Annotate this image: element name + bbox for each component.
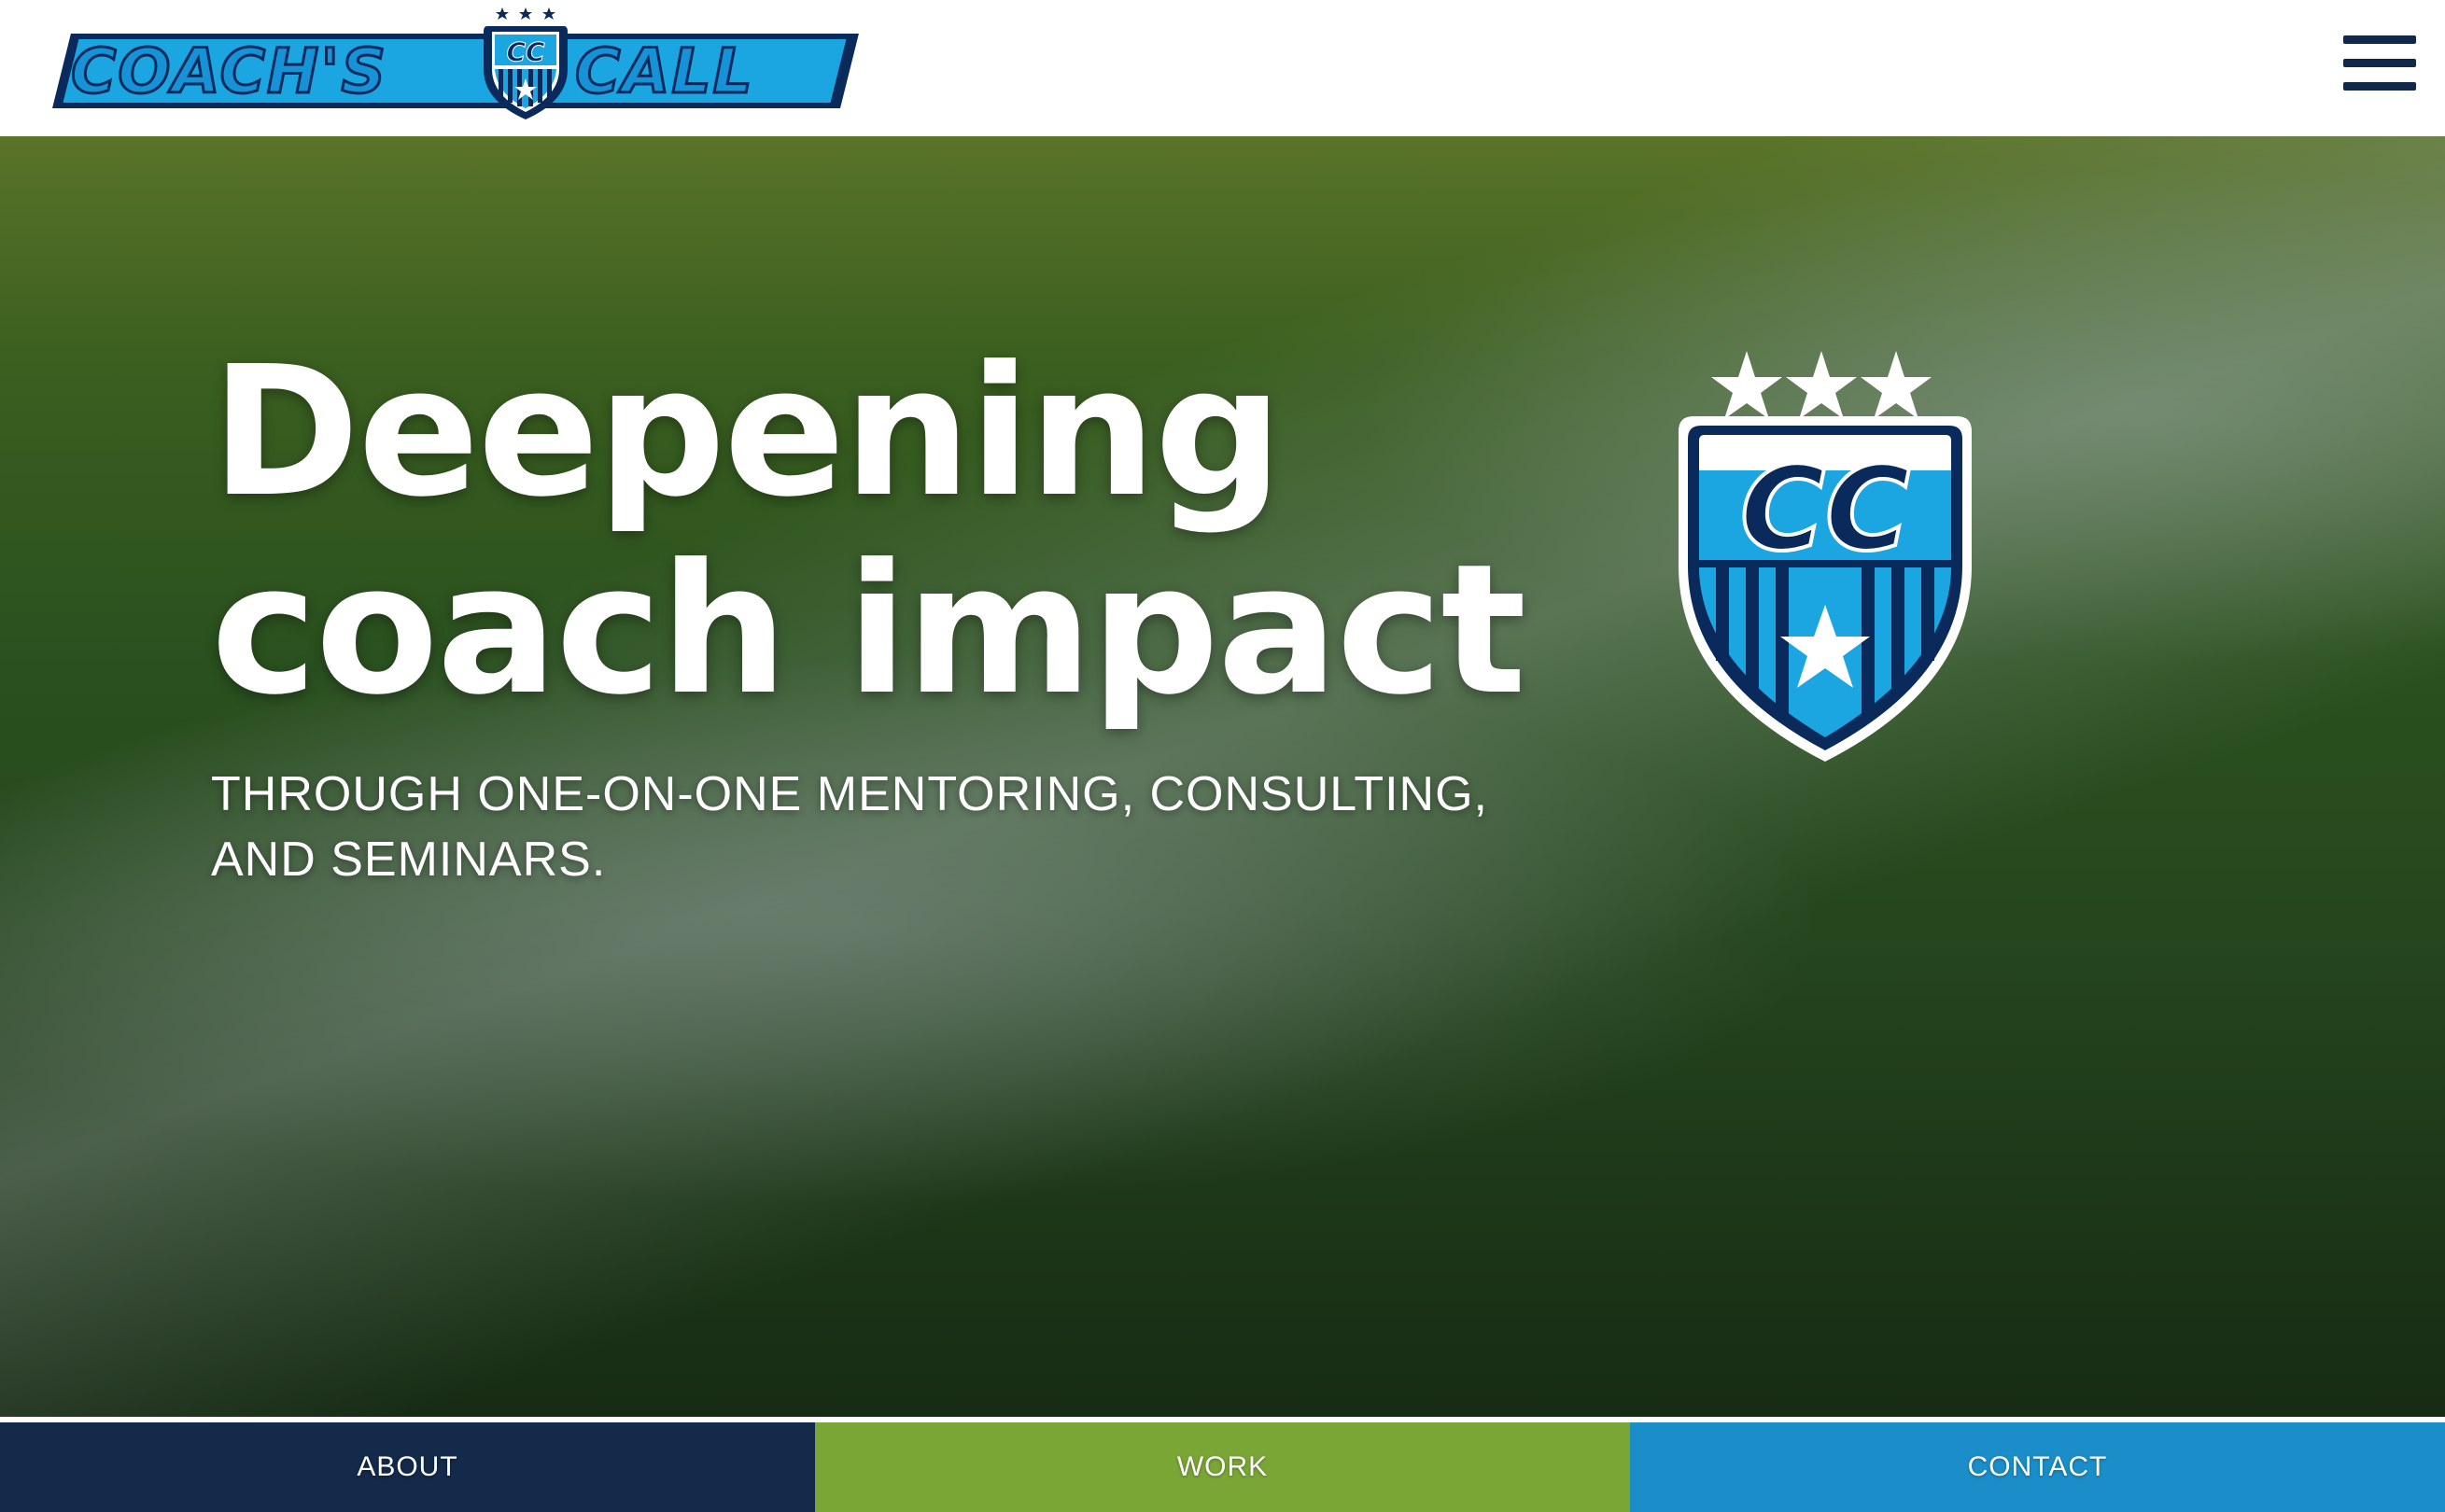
hero-title: Deepening coach impact (211, 329, 1526, 735)
hero-title-line-1: Deepening (211, 329, 1283, 537)
coachs-call-logo[interactable]: COACH'S CALL CC (52, 4, 859, 121)
nav-about[interactable]: ABOUT (0, 1422, 815, 1512)
hamburger-menu-icon-bar-bottom (2343, 82, 2416, 91)
hero-subtitle: THROUGH ONE-ON-ONE MENTORING, CONSULTING… (211, 767, 1488, 887)
hero-title-line-2: coach impact (211, 526, 1526, 735)
nav-contact[interactable]: CONTACT (1630, 1422, 2445, 1512)
hamburger-menu-icon-bar-middle (2343, 59, 2416, 67)
logo-badge-letters: CC (506, 36, 545, 67)
bottom-navigation: ABOUT WORK CONTACT (0, 1417, 2445, 1512)
logo-shield-icon: CC (484, 7, 568, 119)
logo-word-call: CALL (574, 35, 754, 107)
menu-button[interactable] (2343, 34, 2416, 93)
hero-badge-letters: CC (1740, 442, 1910, 577)
hamburger-menu-icon-bar-top (2343, 35, 2416, 44)
logo-word-coachs: COACH'S (69, 35, 388, 107)
site-header: COACH'S CALL CC (0, 0, 2445, 136)
page: COACH'S CALL CC Deepening coach impact T… (0, 0, 2445, 1512)
nav-work[interactable]: WORK (815, 1422, 1630, 1512)
coachs-call-shield-icon: CC (1679, 351, 1972, 762)
